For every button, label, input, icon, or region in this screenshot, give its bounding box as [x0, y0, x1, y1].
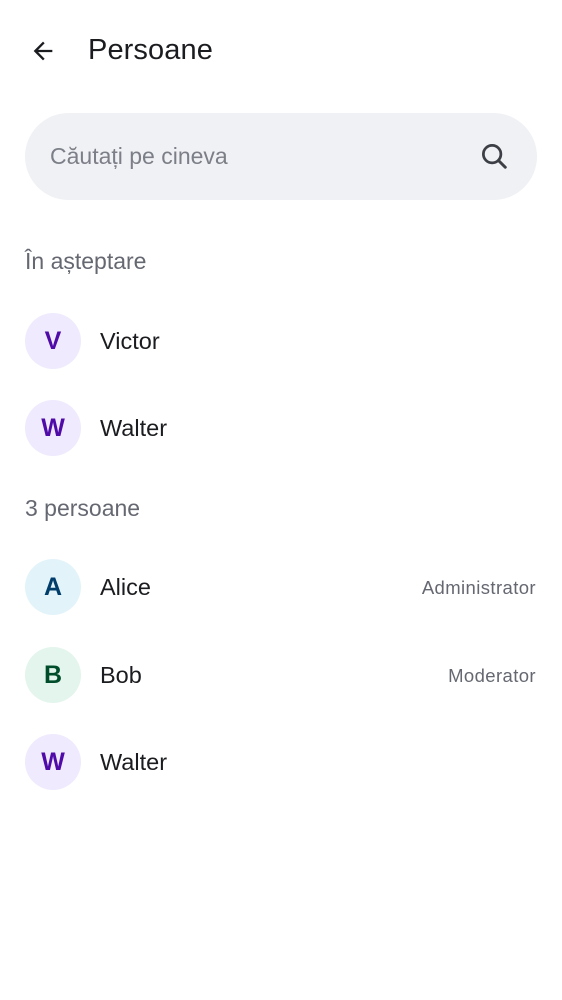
pending-list-item[interactable]: V Victor [0, 301, 562, 381]
avatar: W [25, 734, 81, 790]
member-list-item[interactable]: B Bob Moderator [0, 635, 562, 715]
role-label: Moderator [448, 665, 536, 686]
member-list-item[interactable]: A Alice Administrator [0, 547, 562, 627]
avatar: B [25, 647, 81, 703]
person-name: Victor [100, 328, 160, 354]
member-list-item[interactable]: W Walter [0, 722, 562, 802]
person-name: Alice [100, 574, 151, 600]
search-bar[interactable] [25, 113, 537, 200]
pending-section-header: În așteptare [25, 248, 147, 274]
avatar: A [25, 559, 81, 615]
back-button[interactable] [22, 30, 64, 72]
search-input[interactable] [50, 113, 470, 200]
search-icon[interactable] [479, 141, 509, 171]
role-label: Administrator [421, 577, 536, 598]
person-name: Walter [100, 749, 168, 775]
arrow-back-icon [33, 41, 53, 61]
avatar: V [25, 313, 81, 369]
person-name: Bob [100, 662, 142, 688]
pending-list-item[interactable]: W Walter [0, 388, 562, 468]
avatar: W [25, 400, 81, 456]
person-name: Walter [100, 415, 168, 441]
top-app-bar: Persoane [0, 0, 562, 100]
members-section-header: 3 persoane [25, 495, 141, 521]
page-title: Persoane [88, 34, 213, 66]
